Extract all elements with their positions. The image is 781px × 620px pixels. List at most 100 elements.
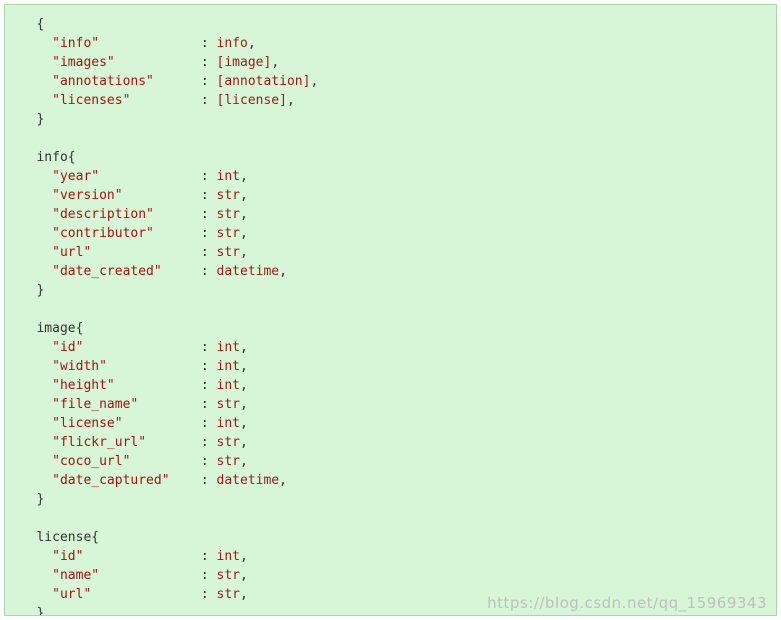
brace-close: } — [36, 492, 44, 507]
block-open: image{ — [13, 319, 768, 338]
field-value: int — [217, 359, 240, 374]
comma: , — [240, 245, 248, 260]
field-key: "width" — [52, 359, 201, 374]
field-key: "flickr_url" — [52, 435, 201, 450]
comma: , — [279, 264, 287, 279]
schema-field: "id" : int, — [13, 547, 768, 566]
field-key: "info" — [52, 36, 201, 51]
schema-field: "year" : int, — [13, 167, 768, 186]
colon: : — [201, 188, 217, 203]
comma: , — [240, 226, 248, 241]
field-key: "coco_url" — [52, 454, 201, 469]
comma: , — [271, 55, 279, 70]
field-key: "license" — [52, 416, 201, 431]
comma: , — [279, 473, 287, 488]
field-key: "date_captured" — [52, 473, 201, 488]
brace-close: } — [36, 606, 44, 616]
schema-field: "images" : [image], — [13, 53, 768, 72]
field-key: "annotations" — [52, 74, 201, 89]
schema-field: "annotations" : [annotation], — [13, 72, 768, 91]
colon: : — [201, 207, 217, 222]
colon: : — [201, 340, 217, 355]
comma: , — [240, 378, 248, 393]
colon: : — [201, 245, 217, 260]
block-open: info{ — [13, 148, 768, 167]
field-value: str — [217, 245, 240, 260]
schema-field: "url" : str, — [13, 243, 768, 262]
blank-line — [13, 300, 768, 319]
comma: , — [240, 397, 248, 412]
field-value: str — [217, 435, 240, 450]
field-key: "file_name" — [52, 397, 201, 412]
colon: : — [201, 378, 217, 393]
block-header: info — [36, 150, 67, 165]
comma: , — [240, 549, 248, 564]
field-value: int — [217, 416, 240, 431]
schema-field: "flickr_url" : str, — [13, 433, 768, 452]
schema-field: "licenses" : [license], — [13, 91, 768, 110]
colon: : — [201, 416, 217, 431]
field-key: "id" — [52, 340, 201, 355]
field-value: int — [217, 378, 240, 393]
comma: , — [310, 74, 318, 89]
block-header: image — [36, 321, 75, 336]
field-key: "url" — [52, 245, 201, 260]
schema-field: "date_created" : datetime, — [13, 262, 768, 281]
brace-open: { — [91, 530, 99, 545]
blank-line — [13, 509, 768, 528]
schema-field: "date_captured" : datetime, — [13, 471, 768, 490]
field-key: "images" — [52, 55, 201, 70]
comma: , — [248, 36, 256, 51]
colon: : — [201, 473, 217, 488]
colon: : — [201, 36, 217, 51]
comma: , — [287, 93, 295, 108]
comma: , — [240, 188, 248, 203]
field-value: int — [217, 549, 240, 564]
block-open: { — [13, 15, 768, 34]
field-key: "year" — [52, 169, 201, 184]
field-value: str — [217, 207, 240, 222]
colon: : — [201, 568, 217, 583]
field-key: "date_created" — [52, 264, 201, 279]
field-value: str — [217, 568, 240, 583]
schema-field: "height" : int, — [13, 376, 768, 395]
code-block: { "info" : info, "images" : [image], "an… — [4, 4, 777, 616]
colon: : — [201, 435, 217, 450]
field-key: "id" — [52, 549, 201, 564]
block-header: license — [36, 530, 91, 545]
schema-field: "description" : str, — [13, 205, 768, 224]
comma: , — [240, 568, 248, 583]
schema-field: "contributor" : str, — [13, 224, 768, 243]
schema-field: "width" : int, — [13, 357, 768, 376]
colon: : — [201, 55, 217, 70]
comma: , — [240, 207, 248, 222]
colon: : — [201, 169, 217, 184]
field-value: info — [217, 36, 248, 51]
field-key: "version" — [52, 188, 201, 203]
field-key: "height" — [52, 378, 201, 393]
blank-line — [13, 129, 768, 148]
field-value: datetime — [217, 473, 280, 488]
field-value: int — [217, 169, 240, 184]
brace-close: } — [36, 283, 44, 298]
colon: : — [201, 397, 217, 412]
comma: , — [240, 435, 248, 450]
colon: : — [201, 264, 217, 279]
schema-field: "license" : int, — [13, 414, 768, 433]
block-close: } — [13, 110, 768, 129]
block-close: } — [13, 604, 768, 616]
schema-field: "id" : int, — [13, 338, 768, 357]
block-close: } — [13, 281, 768, 300]
schema-field: "file_name" : str, — [13, 395, 768, 414]
field-value: [license] — [217, 93, 287, 108]
colon: : — [201, 93, 217, 108]
brace-close: } — [36, 112, 44, 127]
field-value: [annotation] — [217, 74, 311, 89]
colon: : — [201, 587, 217, 602]
schema-field: "coco_url" : str, — [13, 452, 768, 471]
comma: , — [240, 587, 248, 602]
field-key: "description" — [52, 207, 201, 222]
field-key: "url" — [52, 587, 201, 602]
brace-open: { — [76, 321, 84, 336]
brace-open: { — [36, 17, 44, 32]
